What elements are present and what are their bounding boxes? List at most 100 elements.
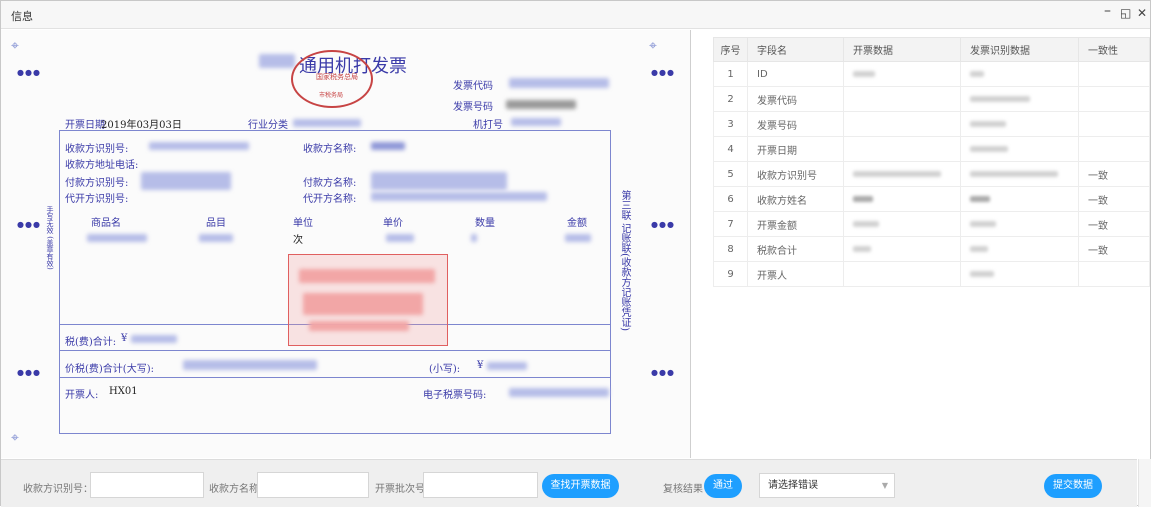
total-small-prefix: ¥ bbox=[477, 360, 484, 371]
search-billing-data-button[interactable]: 查找开票数据 bbox=[542, 474, 619, 498]
scrollbar[interactable] bbox=[1138, 459, 1151, 507]
crosshair-icon: ⌖ bbox=[649, 38, 657, 54]
info-window: 信息 – ◱ ✕ ⌖ ⌖ ⌖ ●●● ●●● ●●● ●●● ●●● ●●● 通… bbox=[0, 0, 1151, 507]
table-row[interactable]: 9 开票人 bbox=[713, 261, 1150, 287]
submit-data-button[interactable]: 提交数据 bbox=[1044, 474, 1102, 498]
redacted-payer-name bbox=[371, 172, 507, 190]
redacted-total-small bbox=[487, 362, 527, 370]
payer-name-label: 付款方名称: bbox=[303, 178, 357, 189]
close-icon[interactable]: ✕ bbox=[1137, 6, 1147, 20]
payee-name-input[interactable] bbox=[257, 472, 369, 498]
error-select-value: 请选择错误 bbox=[768, 480, 818, 491]
payee-id-input[interactable] bbox=[90, 472, 204, 498]
pass-button[interactable]: 通过 bbox=[704, 474, 742, 498]
table-row[interactable]: 4 开票日期 bbox=[713, 136, 1150, 162]
redacted-invoice-code bbox=[509, 78, 609, 88]
tax-total-label: 税(费)合计: bbox=[65, 337, 117, 348]
maximize-icon[interactable]: ◱ bbox=[1120, 6, 1131, 20]
issue-date-label: 开票日期 bbox=[65, 120, 105, 131]
punch-marks: ●●● bbox=[651, 220, 675, 229]
issuer-value: HX01 bbox=[109, 386, 138, 397]
search-toolbar: 收款方识别号： 收款方名称 开票批次号 查找开票数据 复核结果 通过 请选择错误… bbox=[1, 459, 1137, 507]
column-goods: 商品名 bbox=[91, 218, 121, 229]
redacted-item bbox=[199, 234, 233, 242]
redacted-total-caps bbox=[183, 360, 317, 370]
row-field: 开票人 bbox=[747, 261, 844, 287]
invoice-code-label: 发票代码 bbox=[453, 81, 493, 92]
side-note-right: 第三联 记账联(收款方记账凭证) bbox=[619, 190, 630, 331]
redacted-stamp-text bbox=[299, 269, 435, 283]
seal-text: 市税务局 bbox=[319, 92, 344, 99]
e-tax-label: 电子税票号码: bbox=[423, 390, 487, 401]
row-consistency: 一致 bbox=[1078, 186, 1150, 212]
invoice-frame-bottom bbox=[59, 376, 611, 434]
payer-id-label: 付款方识别号: bbox=[65, 178, 129, 189]
table-row[interactable]: 6 收款方姓名 一致 bbox=[713, 186, 1150, 212]
redacted-amount bbox=[565, 234, 591, 242]
row-consistency bbox=[1078, 111, 1150, 137]
divider bbox=[59, 350, 611, 351]
minimize-icon[interactable]: – bbox=[1104, 3, 1111, 19]
seal-text: 国家税务总局 bbox=[316, 73, 358, 81]
redacted-value bbox=[970, 95, 1030, 102]
header-index: 序号 bbox=[713, 37, 748, 62]
title-bar: 信息 – ◱ ✕ bbox=[1, 1, 1150, 29]
total-caps-label: 价税(费)合计(大写): bbox=[65, 364, 154, 375]
redacted-value bbox=[970, 145, 1008, 152]
column-price: 单价 bbox=[383, 218, 403, 229]
redacted-value bbox=[853, 245, 871, 252]
invoice-number-label: 发票号码 bbox=[453, 102, 493, 113]
header-consistency: 一致性 bbox=[1078, 37, 1150, 62]
row-index: 3 bbox=[713, 111, 748, 137]
row-index: 9 bbox=[713, 261, 748, 287]
row-consistency: 一致 bbox=[1078, 211, 1150, 237]
total-small-label: (小写): bbox=[429, 364, 461, 375]
redacted-goods bbox=[87, 234, 147, 242]
redacted-value bbox=[853, 220, 879, 227]
invoice-image: ⌖ ⌖ ⌖ ●●● ●●● ●●● ●●● ●●● ●●● 通用机打发票 国家税… bbox=[1, 30, 691, 458]
row-consistency: 一致 bbox=[1078, 161, 1150, 187]
redacted-value bbox=[853, 70, 875, 77]
row-consistency bbox=[1078, 136, 1150, 162]
table-header-row: 序号 字段名 开票数据 发票识别数据 一致性 bbox=[713, 37, 1150, 62]
redacted-e-tax-number bbox=[509, 388, 609, 397]
industry-label: 行业分类 bbox=[248, 120, 288, 131]
row-index: 5 bbox=[713, 161, 748, 187]
chevron-down-icon: ▼ bbox=[881, 481, 888, 490]
table-row[interactable]: 1 ID bbox=[713, 61, 1150, 87]
row-consistency: 一致 bbox=[1078, 236, 1150, 262]
crosshair-icon: ⌖ bbox=[11, 38, 19, 54]
review-result-label: 复核结果 bbox=[663, 484, 703, 495]
table-row[interactable]: 3 发票号码 bbox=[713, 111, 1150, 137]
payee-name-filter-label: 收款方名称 bbox=[209, 484, 259, 495]
header-billing-data: 开票数据 bbox=[843, 37, 961, 62]
issuer-label: 开票人: bbox=[65, 390, 99, 401]
crosshair-icon: ⌖ bbox=[11, 430, 19, 446]
comparison-table: 序号 字段名 开票数据 发票识别数据 一致性 1 ID 2 发票代码 3 发票号… bbox=[713, 37, 1150, 287]
row-field: 发票号码 bbox=[747, 111, 844, 137]
punch-marks: ●●● bbox=[17, 220, 41, 229]
punch-marks: ●●● bbox=[651, 68, 675, 77]
row-field: 发票代码 bbox=[747, 86, 844, 112]
redacted-value bbox=[970, 270, 994, 277]
payee-id-label: 收款方识别号: bbox=[65, 144, 129, 155]
table-row[interactable]: 7 开票金额 一致 bbox=[713, 211, 1150, 237]
redacted-value bbox=[970, 70, 984, 77]
table-row[interactable]: 2 发票代码 bbox=[713, 86, 1150, 112]
row-field: 收款方识别号 bbox=[747, 161, 844, 187]
row-consistency bbox=[1078, 86, 1150, 112]
redacted-industry bbox=[293, 119, 361, 127]
agent-id-label: 代开方识别号: bbox=[65, 194, 129, 205]
table-row[interactable]: 8 税款合计 一致 bbox=[713, 236, 1150, 262]
row-index: 1 bbox=[713, 61, 748, 87]
redacted-value bbox=[853, 195, 873, 202]
row-field: 收款方姓名 bbox=[747, 186, 844, 212]
punch-marks: ●●● bbox=[17, 68, 41, 77]
table-row[interactable]: 5 收款方识别号 一致 bbox=[713, 161, 1150, 187]
row-consistency bbox=[1078, 261, 1150, 287]
error-select[interactable]: 请选择错误 ▼ bbox=[759, 473, 895, 498]
row-field: 开票日期 bbox=[747, 136, 844, 162]
batch-number-input[interactable] bbox=[423, 472, 538, 498]
redacted-stamp-text bbox=[303, 293, 423, 315]
row-index: 4 bbox=[713, 136, 748, 162]
